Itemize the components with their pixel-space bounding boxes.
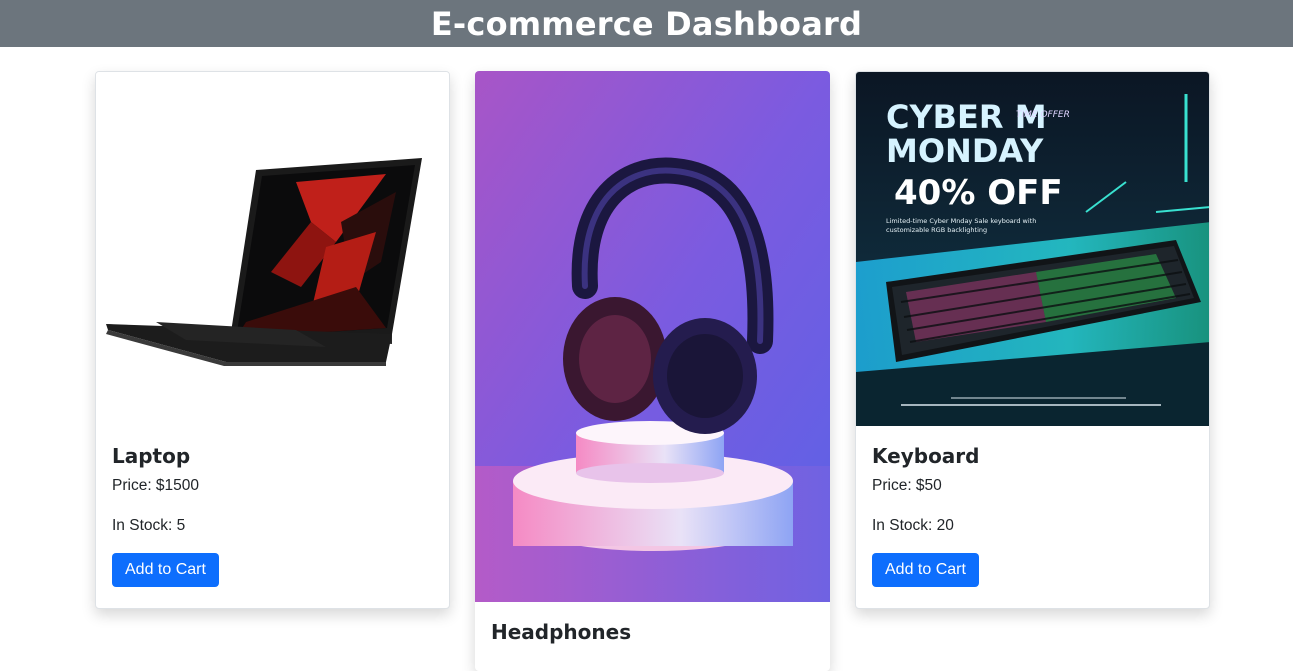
product-name: Headphones xyxy=(491,620,632,644)
keyboard-image: CYBER M MONDAY 40% OFF TIME OFFER Limite… xyxy=(856,72,1209,426)
product-card-headphones: Headphones xyxy=(475,71,830,671)
product-name: Laptop xyxy=(112,444,191,468)
add-to-cart-button[interactable]: Add to Cart xyxy=(112,553,219,587)
promo-tag: TIME OFFER xyxy=(1016,110,1070,120)
promo-line3: 40% OFF xyxy=(894,173,1063,213)
page-title: E-commerce Dashboard xyxy=(430,4,863,43)
promo-line2: MONDAY xyxy=(886,132,1044,170)
product-card-laptop: Laptop Price: $1500 In Stock: 5 Add to C… xyxy=(95,71,450,609)
product-card-keyboard: CYBER M MONDAY 40% OFF TIME OFFER Limite… xyxy=(855,71,1210,609)
promo-desc1: Limited-time Cyber Mnday Sale keyboard w… xyxy=(886,217,1036,225)
product-stock: In Stock: 20 xyxy=(872,517,954,534)
promo-desc2: customizable RGB backlighting xyxy=(886,226,987,234)
product-price: Price: $50 xyxy=(872,477,942,494)
headphones-image xyxy=(475,71,830,602)
add-to-cart-button[interactable]: Add to Cart xyxy=(872,553,979,587)
product-price: Price: $1500 xyxy=(112,477,200,494)
laptop-image xyxy=(96,72,449,426)
product-name: Keyboard xyxy=(872,444,980,468)
page-header: E-commerce Dashboard xyxy=(0,0,1293,47)
product-stock: In Stock: 5 xyxy=(112,517,186,534)
